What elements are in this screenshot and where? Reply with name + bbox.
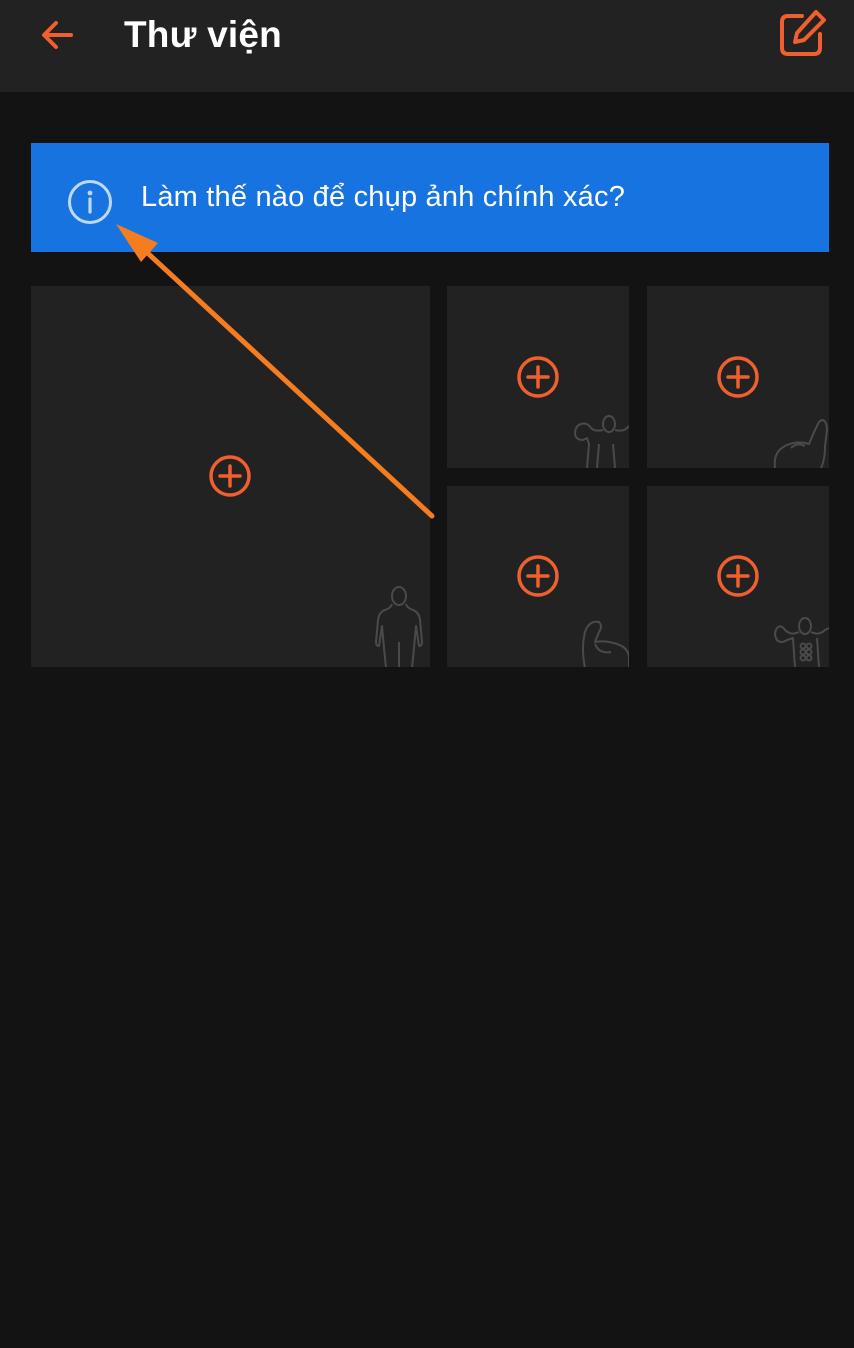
add-circle-icon (209, 455, 251, 497)
photo-slot-back-pose[interactable] (447, 286, 629, 468)
edit-button[interactable] (776, 6, 830, 60)
bicep-flex-silhouette-icon (582, 620, 629, 667)
photo-slot-bicep-left[interactable] (447, 486, 629, 667)
photo-slot-bicep-right[interactable] (647, 286, 829, 468)
add-circle-icon (717, 356, 759, 398)
top-app-bar: Thư viện (0, 0, 854, 92)
add-circle-icon (517, 555, 559, 597)
info-circle-icon (68, 180, 112, 224)
abs-pose-silhouette-icon (774, 617, 829, 667)
photo-library-screen: Thư viện Làm thế nào để chụp ảnh chính x… (0, 0, 854, 1348)
back-pose-silhouette-icon (574, 415, 629, 468)
front-body-silhouette-icon (375, 586, 423, 667)
add-circle-icon (517, 356, 559, 398)
photo-tips-banner[interactable]: Làm thế nào để chụp ảnh chính xác? (31, 143, 829, 252)
add-circle-icon (717, 555, 759, 597)
edit-square-icon (780, 10, 826, 56)
photo-slot-abs-pose[interactable] (647, 486, 829, 667)
back-button[interactable] (32, 10, 82, 60)
page-title: Thư viện (124, 14, 282, 55)
banner-text: Làm thế nào để chụp ảnh chính xác? (141, 181, 626, 213)
photo-slot-front-body[interactable] (31, 286, 430, 667)
bicep-flex-silhouette-icon (773, 419, 828, 468)
arrow-left-icon (42, 21, 73, 49)
